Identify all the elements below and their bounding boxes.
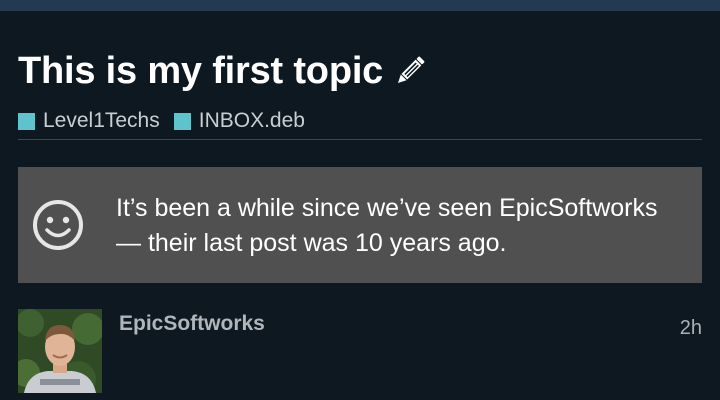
- category-label: INBOX.deb: [198, 109, 305, 132]
- category-label: Level1Techs: [43, 109, 160, 132]
- topic-title[interactable]: This is my first topic: [18, 48, 383, 94]
- category-level1techs[interactable]: Level1Techs: [18, 108, 160, 134]
- avatar[interactable]: [18, 309, 102, 393]
- category-swatch: [18, 112, 35, 130]
- pencil-icon[interactable]: [393, 54, 427, 88]
- topic-title-row: This is my first topic: [18, 48, 427, 94]
- category-badges: Level1Techs INBOX.deb: [18, 108, 319, 134]
- title-divider: [18, 139, 702, 140]
- smiley-icon: [32, 199, 84, 251]
- post-username[interactable]: EpicSoftworks: [119, 312, 265, 336]
- inactive-user-notice: It’s been a while since we’ve seen EpicS…: [18, 167, 702, 283]
- post-time[interactable]: 2h: [680, 317, 702, 340]
- category-swatch: [173, 112, 191, 130]
- notice-text: It’s been a while since we’ve seen EpicS…: [116, 194, 658, 257]
- post: EpicSoftworks 2h: [18, 309, 702, 400]
- top-bar: [0, 0, 720, 11]
- category-inbox-deb[interactable]: INBOX.deb: [173, 108, 305, 134]
